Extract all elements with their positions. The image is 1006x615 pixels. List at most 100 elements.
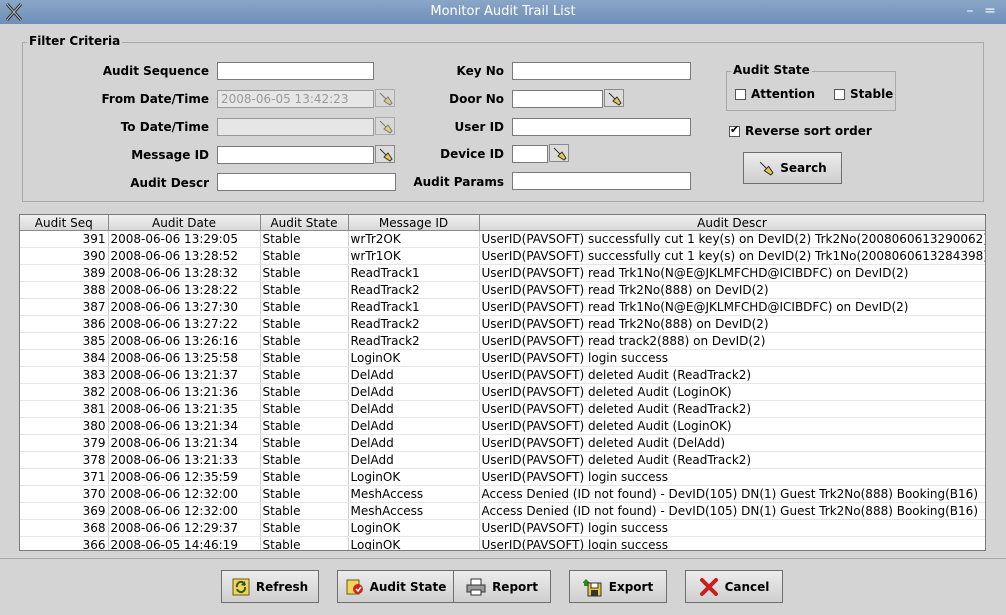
refresh-button[interactable]: Refresh bbox=[221, 570, 319, 603]
key-no-input[interactable] bbox=[512, 62, 691, 80]
minimize-button[interactable]: – bbox=[962, 3, 978, 19]
reverse-sort-checkbox[interactable]: ✔ bbox=[729, 124, 740, 137]
table-row[interactable]: 385 2008-06-06 13:26:16 Stable ReadTrack2 Us… bbox=[20, 332, 985, 350]
cell-audit-state: Stable bbox=[260, 332, 349, 350]
column-header-audit-state[interactable]: Audit State bbox=[260, 215, 349, 231]
cell-message-id: wrTr2OK bbox=[348, 230, 480, 248]
cell-audit-seq: 390 bbox=[20, 247, 109, 265]
reverse-sort-label: Reverse sort order bbox=[745, 124, 872, 138]
table-row[interactable]: 381 2008-06-06 13:21:35 Stable DelAdd UserID… bbox=[20, 400, 985, 418]
table-row[interactable]: 387 2008-06-06 13:27:30 Stable ReadTrack1 Us… bbox=[20, 298, 985, 316]
cancel-button[interactable]: Cancel bbox=[685, 570, 783, 603]
cell-audit-descr: UserID(PAVSOFT) login success bbox=[479, 349, 985, 367]
cell-audit-date: 2008-06-06 13:28:32 bbox=[108, 264, 261, 282]
export-button-label: Export bbox=[608, 579, 654, 594]
stable-checkbox[interactable] bbox=[834, 89, 845, 100]
table-row[interactable]: 386 2008-06-06 13:27:22 Stable ReadTrack2 Us… bbox=[20, 315, 985, 333]
search-button-label: Search bbox=[780, 161, 827, 175]
report-button[interactable]: Report bbox=[453, 570, 551, 603]
column-header-audit-seq[interactable]: Audit Seq bbox=[20, 215, 109, 231]
audit-state-button[interactable]: Audit State bbox=[337, 570, 455, 603]
cell-audit-state: Stable bbox=[260, 264, 349, 282]
table-row[interactable]: 366 2008-06-05 14:46:19 Stable LoginOK UserI… bbox=[20, 536, 985, 550]
cell-audit-state: Stable bbox=[260, 485, 349, 503]
device-id-input[interactable] bbox=[512, 145, 548, 163]
to-datetime-input[interactable] bbox=[217, 118, 374, 136]
cell-message-id: MeshAccess bbox=[348, 502, 480, 520]
cell-audit-state: Stable bbox=[260, 451, 349, 469]
cell-audit-descr: UserID(PAVSOFT) read Trk1No(N@E@JKLMFCHD… bbox=[479, 264, 985, 282]
cell-audit-state: Stable bbox=[260, 230, 349, 248]
table-row[interactable]: 383 2008-06-06 13:21:37 Stable DelAdd UserID… bbox=[20, 366, 985, 384]
cell-audit-date: 2008-06-06 13:27:22 bbox=[108, 315, 261, 333]
cell-audit-seq: 369 bbox=[20, 502, 109, 520]
message-id-picker-button[interactable] bbox=[375, 145, 395, 163]
cell-audit-seq: 389 bbox=[20, 264, 109, 282]
column-header-audit-descr[interactable]: Audit Descr bbox=[479, 215, 985, 231]
cell-message-id: DelAdd bbox=[348, 400, 480, 418]
maximize-button[interactable]: = bbox=[982, 3, 998, 19]
table-row[interactable]: 389 2008-06-06 13:28:32 Stable ReadTrack1 Us… bbox=[20, 264, 985, 282]
cell-audit-seq: 378 bbox=[20, 451, 109, 469]
cell-audit-descr: UserID(PAVSOFT) read Trk2No(888) on DevI… bbox=[479, 281, 985, 299]
attention-checkbox[interactable] bbox=[735, 89, 746, 100]
table-row[interactable]: 368 2008-06-06 12:29:37 Stable LoginOK UserI… bbox=[20, 519, 985, 537]
cell-message-id: ReadTrack2 bbox=[348, 281, 480, 299]
cell-audit-descr: Access Denied (ID not found) - DevID(105… bbox=[479, 502, 985, 520]
cell-message-id: LoginOK bbox=[348, 468, 480, 486]
message-id-input[interactable] bbox=[217, 146, 374, 164]
audit-descr-input[interactable] bbox=[217, 173, 396, 191]
door-no-picker-button[interactable] bbox=[604, 89, 624, 107]
bottom-separator bbox=[0, 558, 1006, 559]
cell-audit-descr: UserID(PAVSOFT) successfully cut 1 key(s… bbox=[479, 247, 985, 265]
column-header-audit-date[interactable]: Audit Date bbox=[108, 215, 261, 231]
table-row[interactable]: 369 2008-06-06 12:32:00 Stable MeshAccess Ac… bbox=[20, 502, 985, 520]
audit-sequence-input[interactable] bbox=[217, 62, 374, 80]
cell-audit-seq: 381 bbox=[20, 400, 109, 418]
cell-audit-descr: UserID(PAVSOFT) successfully cut 1 key(s… bbox=[479, 230, 985, 248]
to-datetime-label: To Date/Time bbox=[120, 120, 209, 134]
save-export-icon bbox=[582, 578, 602, 596]
flashlight-icon bbox=[553, 147, 567, 161]
printer-icon bbox=[466, 578, 486, 595]
cell-audit-date: 2008-06-06 13:28:22 bbox=[108, 281, 261, 299]
cell-audit-descr: UserID(PAVSOFT) read Trk2No(888) on DevI… bbox=[479, 315, 985, 333]
column-header-message-id[interactable]: Message ID bbox=[348, 215, 480, 231]
audit-state-button-label: Audit State bbox=[369, 579, 447, 594]
audit-trail-table[interactable]: Audit Seq Audit Date Audit State Message… bbox=[19, 214, 986, 551]
cell-audit-state: Stable bbox=[260, 468, 349, 486]
cell-audit-descr: UserID(PAVSOFT) deleted Audit (ReadTrack… bbox=[479, 400, 985, 418]
table-row[interactable]: 382 2008-06-06 13:21:36 Stable DelAdd UserID… bbox=[20, 383, 985, 401]
table-row[interactable]: 378 2008-06-06 13:21:33 Stable DelAdd UserID… bbox=[20, 451, 985, 469]
table-row[interactable]: 388 2008-06-06 13:28:22 Stable ReadTrack2 Us… bbox=[20, 281, 985, 299]
table-row[interactable]: 391 2008-06-06 13:29:05 Stable wrTr2OK UserI… bbox=[20, 230, 985, 248]
cell-message-id: LoginOK bbox=[348, 519, 480, 537]
audit-params-input[interactable] bbox=[512, 172, 691, 190]
table-row[interactable]: 379 2008-06-06 13:21:34 Stable DelAdd UserID… bbox=[20, 434, 985, 452]
search-button[interactable]: Search bbox=[743, 152, 842, 184]
cell-audit-seq: 370 bbox=[20, 485, 109, 503]
table-row[interactable]: 384 2008-06-06 13:25:58 Stable LoginOK UserI… bbox=[20, 349, 985, 367]
export-button[interactable]: Export bbox=[569, 570, 667, 603]
table-row[interactable]: 380 2008-06-06 13:21:34 Stable DelAdd UserID… bbox=[20, 417, 985, 435]
cell-audit-state: Stable bbox=[260, 400, 349, 418]
cell-message-id: MeshAccess bbox=[348, 485, 480, 503]
cell-message-id: ReadTrack1 bbox=[348, 298, 480, 316]
table-row[interactable]: 390 2008-06-06 13:28:52 Stable wrTr1OK UserI… bbox=[20, 247, 985, 265]
cell-audit-date: 2008-06-06 13:28:52 bbox=[108, 247, 261, 265]
device-id-picker-button[interactable] bbox=[549, 144, 569, 162]
table-row[interactable]: 370 2008-06-06 12:32:00 Stable MeshAccess Ac… bbox=[20, 485, 985, 503]
table-row[interactable]: 371 2008-06-06 12:35:59 Stable LoginOK UserI… bbox=[20, 468, 985, 486]
cell-audit-seq: 384 bbox=[20, 349, 109, 367]
cell-audit-state: Stable bbox=[260, 281, 349, 299]
user-id-input[interactable] bbox=[512, 118, 691, 136]
door-no-input[interactable] bbox=[512, 90, 603, 108]
to-datetime-picker-button[interactable] bbox=[375, 117, 395, 135]
from-datetime-input[interactable] bbox=[217, 90, 374, 108]
cell-message-id: DelAdd bbox=[348, 417, 480, 435]
cell-audit-date: 2008-06-06 13:21:35 bbox=[108, 400, 261, 418]
cell-audit-date: 2008-06-05 14:46:19 bbox=[108, 536, 261, 550]
flashlight-icon bbox=[608, 92, 622, 106]
from-datetime-picker-button[interactable] bbox=[375, 89, 395, 107]
cell-audit-date: 2008-06-06 12:32:00 bbox=[108, 502, 261, 520]
